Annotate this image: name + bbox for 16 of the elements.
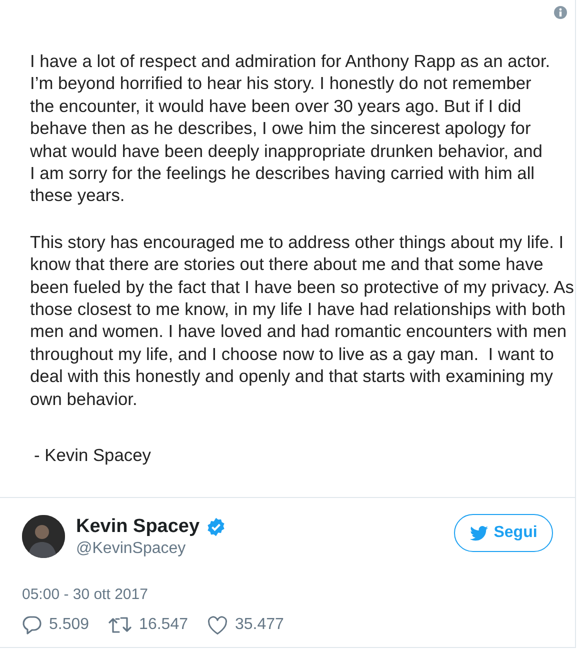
speech-bubble-icon[interactable] [22, 615, 42, 635]
author-name[interactable]: Kevin Spacey [76, 516, 200, 538]
info-icon[interactable] [554, 6, 567, 19]
avatar[interactable] [22, 515, 65, 558]
heart-icon[interactable] [206, 616, 228, 634]
bird-icon [470, 526, 488, 540]
follow-button[interactable]: Segui [454, 514, 553, 552]
reply-count: 5.509 [49, 616, 90, 634]
signature: - Kevin Spacey [34, 444, 151, 466]
like-count: 35.477 [234, 616, 284, 634]
statement-paragraph: This story has encouraged me to address other things about my life. I know that there are stories out there about me and that some have been fueled by the fact that I have been so protective of my privacy. As those closest to me know, in my life I have had relationships with both men and women. I have loved and had romantic encounters with men throughout my life, and I choose now to live as a gay man. I want to deal with this honestly and openly and that starts with examining my own behavior. [30, 230, 574, 410]
retweet-count: 16.547 [139, 616, 188, 634]
retweet-icon[interactable] [108, 616, 132, 634]
author-handle[interactable]: @KevinSpacey [76, 540, 454, 558]
timestamp[interactable]: 05:00 - 30 ott 2017 [0, 558, 575, 603]
statement-paragraph: I have a lot of respect and admiration for Anthony Rapp as an actor. I’m beyond horrified to hear his story. I honestly do not remember the encounter, it would have been over 30 years ago. But if I did behave then as he describes, I owe him the sincerest apology for what would have been deeply inappropriate drunken behavior, and I am sorry for the feelings he describes having carried with him all these years. [30, 50, 550, 207]
